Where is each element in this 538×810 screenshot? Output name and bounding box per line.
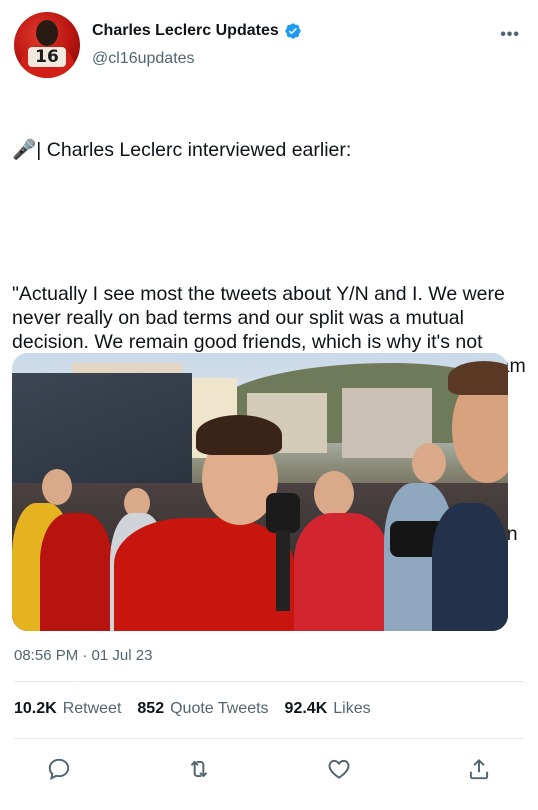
- tweet-paragraph: 🎤| Charles Leclerc interviewed earlier:: [12, 139, 352, 161]
- reply-icon[interactable]: [46, 756, 74, 784]
- likes-stat[interactable]: 92.4K Likes: [285, 700, 371, 718]
- tweet-photo[interactable]: [12, 353, 508, 631]
- divider: [14, 738, 524, 739]
- avatar-number: 16: [28, 47, 66, 67]
- tweet-actions: [0, 756, 538, 784]
- tweet-stats: 10.2K Retweet 852 Quote Tweets 92.4K Lik…: [14, 700, 387, 718]
- quote-tweets-stat[interactable]: 852 Quote Tweets: [137, 700, 268, 718]
- tweet-header: 16 Charles Leclerc Updates @cl16updates …: [14, 12, 524, 78]
- share-icon[interactable]: [466, 756, 494, 784]
- display-name[interactable]: Charles Leclerc Updates: [92, 22, 279, 40]
- retweet-stat[interactable]: 10.2K Retweet: [14, 700, 121, 718]
- more-options-icon[interactable]: •••: [500, 26, 520, 44]
- divider: [14, 681, 524, 682]
- like-icon[interactable]: [326, 756, 354, 784]
- retweet-icon[interactable]: [186, 756, 214, 784]
- avatar[interactable]: 16: [14, 12, 80, 78]
- name-row: Charles Leclerc Updates: [92, 20, 302, 42]
- handle[interactable]: @cl16updates: [92, 50, 195, 68]
- verified-badge-icon: [284, 22, 302, 40]
- tweet-timestamp[interactable]: 08:56 PM · 01 Jul 23: [14, 647, 152, 664]
